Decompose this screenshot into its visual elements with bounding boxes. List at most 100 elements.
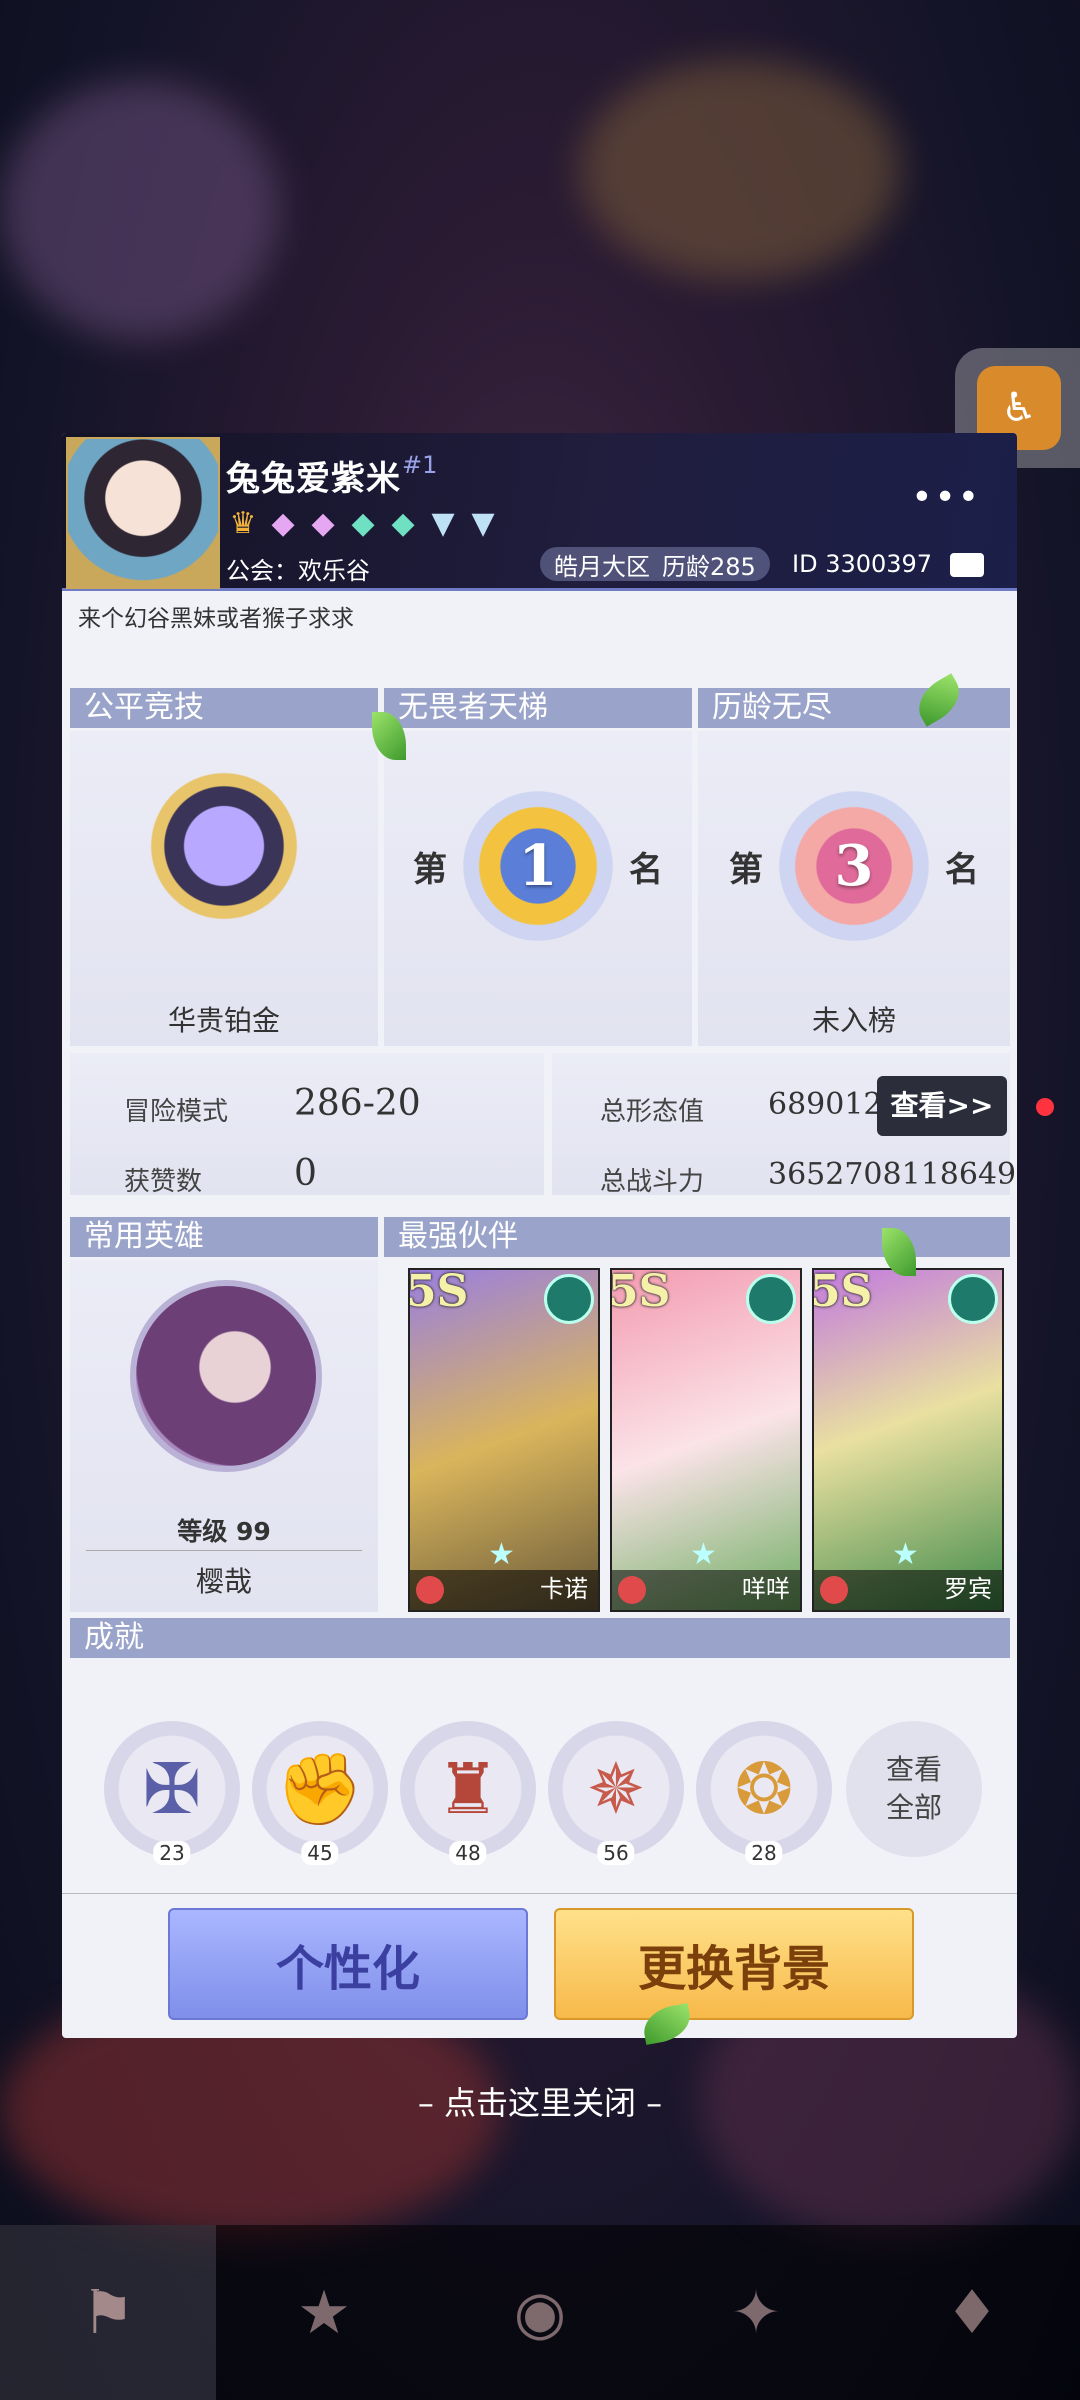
- nav-item-battle[interactable]: ◉: [432, 2225, 648, 2400]
- username: 兔兔爱紫米: [226, 459, 401, 499]
- endless-rank-number: 3: [834, 833, 874, 899]
- change-background-button[interactable]: 更换背景: [554, 1908, 914, 2020]
- rank-suffix: 名: [945, 849, 979, 890]
- purple-gem-icon: ◆: [311, 506, 335, 541]
- partner-name: 罗宾: [944, 1575, 992, 1603]
- wind-element-icon: [746, 1274, 796, 1324]
- nav-item-events[interactable]: ✦: [648, 2225, 864, 2400]
- platinum-rank-badge-icon: [124, 761, 324, 931]
- account-age: 历龄285: [662, 552, 756, 581]
- copy-id-icon[interactable]: [950, 553, 984, 577]
- star-icon: ★: [488, 1537, 515, 1572]
- rarity-badge: 5S: [812, 1268, 873, 1317]
- bg-decoration: [580, 60, 900, 280]
- hero-portrait: [130, 1280, 322, 1472]
- fair-rank-name: 华贵铂金: [167, 1004, 280, 1037]
- achievement-count: 56: [597, 1841, 635, 1865]
- gold-crown-icon: ♛: [229, 506, 257, 541]
- pink-trophy-icon: 3: [779, 791, 929, 941]
- notification-dot: [1036, 1098, 1054, 1116]
- rank-suffix: 名: [629, 849, 663, 890]
- section-fair-competition: 公平竞技: [70, 688, 378, 728]
- section-strongest-partners: 最强伙伴: [384, 1217, 1010, 1257]
- achievement-count: 45: [301, 1841, 339, 1865]
- partner-name: 咩咩: [742, 1575, 790, 1603]
- rank-tag: #1: [402, 451, 438, 479]
- teal-gem-icon: ◆: [351, 506, 375, 541]
- view-all-label: 查看全部: [885, 1753, 942, 1824]
- adventure-label: 冒险模式: [124, 1097, 229, 1127]
- star-icon: ★: [892, 1537, 919, 1572]
- gold-medallion-emblem-icon: ❂: [734, 1748, 794, 1830]
- close-hint[interactable]: – 点击这里关闭 –: [0, 2078, 1080, 2124]
- attack-role-icon: [820, 1576, 848, 1604]
- more-options-icon[interactable]: •••: [911, 477, 981, 518]
- player-avatar[interactable]: [66, 437, 220, 589]
- endless-rank-status: 未入榜: [811, 1004, 896, 1037]
- crest-emblem-icon: ♜: [436, 1748, 500, 1830]
- gold-trophy-icon: 1: [463, 791, 613, 941]
- server-age-pill: 皓月大区 历龄285: [540, 547, 770, 581]
- likes-value: 0: [294, 1153, 317, 1194]
- likes-label: 获赞数: [124, 1167, 203, 1197]
- adventure-value: 286-20: [294, 1083, 421, 1124]
- diamond-icon: ▼: [471, 506, 495, 541]
- player-profile-panel: 兔兔爱紫米 #1 ♛ ◆ ◆ ◆ ◆ ▼ ▼ 公会：欢乐谷 ••• 皓月大区 历…: [62, 433, 1017, 2038]
- defense-role-icon: [416, 1576, 444, 1604]
- achievement-badge[interactable]: ❂ 28: [696, 1721, 832, 1865]
- bottom-navigation: ⚑ ★ ◉ ✦ ♦: [0, 2225, 1080, 2400]
- form-label: 总形态值: [600, 1097, 705, 1127]
- section-common-hero: 常用英雄: [70, 1217, 378, 1257]
- partner-card[interactable]: 5S ★ 罗宾: [812, 1268, 1004, 1612]
- rank-prefix: 第: [413, 849, 447, 890]
- guild-label[interactable]: 公会：欢乐谷: [226, 551, 370, 586]
- crossbow-emblem-icon: ✠: [142, 1748, 202, 1830]
- star-icon: ★: [690, 1537, 717, 1572]
- hero-name: 樱哉: [195, 1565, 252, 1598]
- ladder-rank-card[interactable]: 第 1 名: [384, 731, 692, 1046]
- power-value: 36527081186498: [768, 1157, 1017, 1192]
- support-role-icon: [618, 1576, 646, 1604]
- server-name: 皓月大区: [554, 552, 650, 581]
- partner-card[interactable]: 5S ★ 卡诺: [408, 1268, 600, 1612]
- player-bio: 来个幻谷黑妹或者猴子求求: [78, 606, 354, 632]
- form-value: 689012: [768, 1087, 883, 1122]
- winged-star-emblem-icon: ✵: [586, 1748, 646, 1830]
- nav-item-shop[interactable]: ♦: [864, 2225, 1080, 2400]
- fist-emblem-icon: ✊: [276, 1747, 364, 1830]
- ladder-rank-number: 1: [518, 833, 558, 899]
- view-all-achievements-button[interactable]: 查看全部: [846, 1721, 982, 1857]
- player-id: ID 3300397: [792, 550, 933, 578]
- achievement-badge[interactable]: ✠ 23: [104, 1721, 240, 1865]
- achievement-count: 28: [745, 1841, 783, 1865]
- section-endless: 历龄无尽: [698, 688, 1010, 728]
- partner-name: 卡诺: [540, 1575, 588, 1603]
- partner-card[interactable]: 5S ★ 咩咩: [610, 1268, 802, 1612]
- purple-gem-icon: ◆: [271, 506, 295, 541]
- achievement-count: 23: [153, 1841, 191, 1865]
- bg-decoration: [0, 80, 280, 340]
- achievement-count: 48: [449, 1841, 487, 1865]
- nav-item-adventure[interactable]: ★: [216, 2225, 432, 2400]
- divider: [62, 1893, 1017, 1894]
- rank-prefix: 第: [729, 849, 763, 890]
- common-hero-card[interactable]: 等级 99 樱哉: [70, 1260, 378, 1612]
- achievement-badge[interactable]: ✵ 56: [548, 1721, 684, 1865]
- divider: [86, 1550, 362, 1551]
- achievement-badge[interactable]: ♜ 48: [400, 1721, 536, 1865]
- nature-element-icon: [948, 1274, 998, 1324]
- title-gems: ♛ ◆ ◆ ◆ ◆ ▼ ▼: [226, 507, 500, 541]
- nav-item-hero[interactable]: ⚑: [0, 2225, 216, 2400]
- endless-rank-card[interactable]: 第 3 名 未入榜: [698, 731, 1010, 1046]
- fair-rank-card[interactable]: 华贵铂金: [70, 731, 378, 1046]
- personalize-button[interactable]: 个性化: [168, 1908, 528, 2020]
- section-ladder: 无畏者天梯: [384, 688, 692, 728]
- profile-header: 兔兔爱紫米 #1 ♛ ◆ ◆ ◆ ◆ ▼ ▼ 公会：欢乐谷 ••• 皓月大区 历…: [62, 433, 1017, 591]
- view-form-button[interactable]: 查看>>: [877, 1076, 1007, 1136]
- section-achievements: 成就: [70, 1618, 1010, 1658]
- teal-gem-icon: ◆: [391, 506, 415, 541]
- rarity-badge: 5S: [610, 1268, 671, 1317]
- achievement-badge[interactable]: ✊ 45: [252, 1721, 388, 1865]
- diamond-icon: ▼: [431, 506, 455, 541]
- hero-level: 等级 99: [177, 1517, 271, 1546]
